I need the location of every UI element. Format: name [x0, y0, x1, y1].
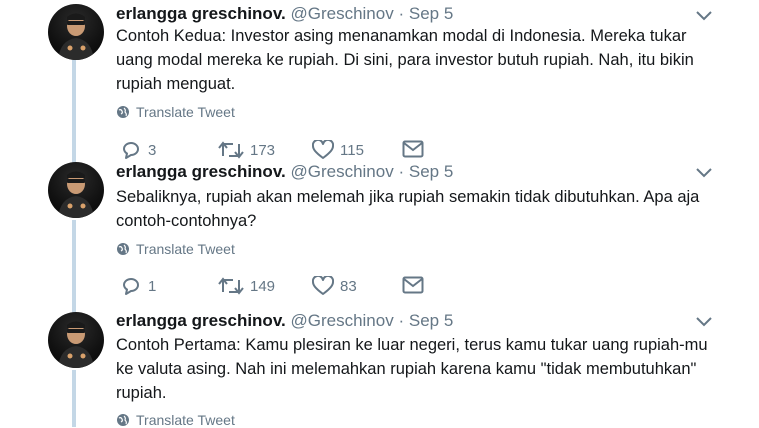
globe-icon	[117, 106, 129, 118]
tweet-date[interactable]: Sep 5	[409, 4, 453, 23]
tweet-header: erlangga greschinov. @Greschinov · Sep 5	[116, 162, 453, 182]
separator: ·	[398, 311, 405, 330]
chevron-down-icon[interactable]	[694, 9, 714, 23]
user-handle[interactable]: @Greschinov	[290, 4, 393, 23]
tweet-text-line: Contoh Kedua: Investor asing menanamkan …	[116, 27, 687, 45]
retweet-count: 149	[250, 277, 276, 295]
retweet-count: 173	[250, 141, 276, 159]
reply-icon	[123, 278, 139, 295]
translate-label: Translate Tweet	[136, 241, 235, 257]
user-handle[interactable]: @Greschinov	[290, 311, 393, 330]
separator: ·	[398, 162, 405, 181]
reply-count: 3	[148, 141, 157, 159]
direct-message-button[interactable]	[402, 140, 424, 158]
like-icon	[312, 276, 334, 295]
tweet-text: Contoh Kedua: Investor asing menanamkan …	[116, 24, 716, 96]
tweet-text-line: ke valuta asing. Nah ini melemahkan rupi…	[116, 360, 697, 378]
thread-line	[72, 60, 76, 165]
tweet-text-line: Contoh Pertama: Kamu plesiran ke luar ne…	[116, 336, 708, 354]
tweet-text-line: rupiah menguat.	[116, 75, 236, 93]
translate-tweet-link[interactable]: Translate Tweet	[116, 104, 235, 120]
globe-icon	[117, 414, 129, 426]
dm-icon	[402, 276, 424, 294]
retweet-button[interactable]: 173	[218, 140, 275, 160]
thread-line	[72, 370, 76, 427]
translate-tweet-link[interactable]: Translate Tweet	[116, 412, 235, 428]
reply-count: 1	[148, 277, 157, 295]
tweet-date[interactable]: Sep 5	[409, 311, 453, 330]
tweet-header: erlangga greschinov. @Greschinov · Sep 5	[116, 311, 453, 331]
chevron-down-icon[interactable]	[694, 166, 714, 180]
reply-icon	[123, 142, 139, 159]
display-name[interactable]: erlangga greschinov.	[116, 162, 286, 181]
display-name[interactable]: erlangga greschinov.	[116, 4, 286, 23]
display-name[interactable]: erlangga greschinov.	[116, 311, 286, 330]
separator: ·	[398, 4, 405, 23]
direct-message-button[interactable]	[402, 276, 424, 294]
tweet-text: Contoh Pertama: Kamu plesiran ke luar ne…	[116, 333, 716, 405]
retweet-icon	[218, 277, 244, 295]
tweet-date[interactable]: Sep 5	[409, 162, 453, 181]
avatar[interactable]	[48, 4, 104, 60]
tweet-text-line: Sebaliknya, rupiah akan melemah jika rup…	[116, 188, 700, 206]
tweet-text: Sebaliknya, rupiah akan melemah jika rup…	[116, 185, 716, 233]
dm-icon	[402, 140, 424, 158]
thread-line	[72, 220, 76, 315]
globe-icon	[117, 243, 129, 255]
translate-label: Translate Tweet	[136, 412, 235, 428]
tweet-text-line: uang modal mereka ke rupiah. Di sini, pa…	[116, 51, 694, 69]
user-handle[interactable]: @Greschinov	[290, 162, 393, 181]
reply-button[interactable]: 1	[120, 276, 156, 296]
tweet-text-line: rupiah.	[116, 384, 167, 402]
chevron-down-icon[interactable]	[694, 315, 714, 329]
like-button[interactable]: 115	[312, 140, 364, 160]
like-count: 115	[340, 141, 364, 159]
avatar[interactable]	[48, 162, 104, 218]
tweet-text-line: contoh-contohnya?	[116, 212, 257, 230]
like-icon	[312, 140, 334, 159]
translate-label: Translate Tweet	[136, 104, 235, 120]
like-button[interactable]: 83	[312, 276, 357, 296]
retweet-button[interactable]: 149	[218, 276, 275, 296]
translate-tweet-link[interactable]: Translate Tweet	[116, 241, 235, 257]
tweet-header: erlangga greschinov. @Greschinov · Sep 5	[116, 4, 453, 24]
reply-button[interactable]: 3	[120, 140, 156, 160]
retweet-icon	[218, 141, 244, 159]
like-count: 83	[340, 277, 357, 295]
avatar[interactable]	[48, 312, 104, 368]
